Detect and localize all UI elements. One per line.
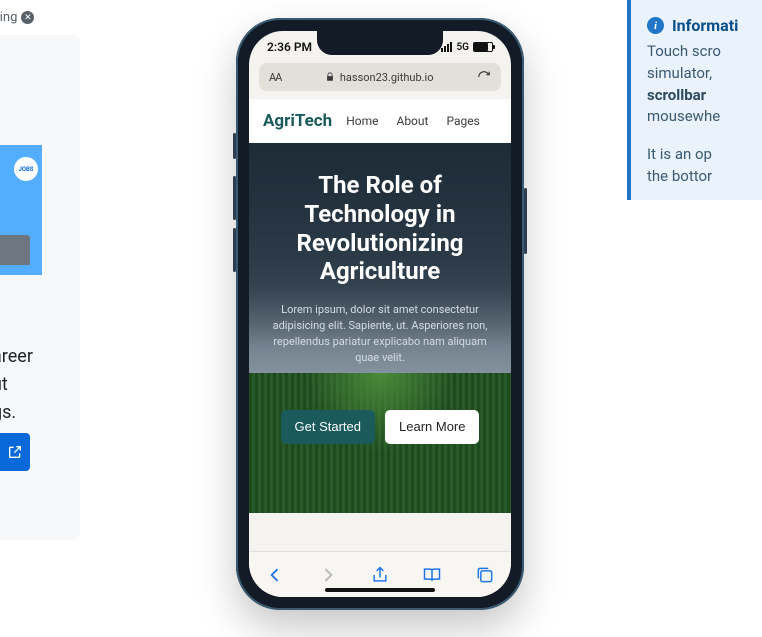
back-button[interactable] [264,564,286,586]
info-line: mousewhe [647,106,762,128]
ad-line: ut [0,371,33,399]
phone-screen: 2:36 PM 5G AA hasson23.github.io AgriTec… [249,31,511,597]
phone-notch [317,31,443,55]
reload-icon[interactable] [477,70,491,84]
nav-menu: Home About Pages [346,114,480,128]
information-panel: i Informati Touch scro simulator, scroll… [627,0,762,200]
bookmarks-button[interactable] [421,564,443,586]
book-icon [422,565,442,585]
ad-line: areer [0,343,33,371]
tabs-button[interactable] [474,564,496,586]
monitor-icon [0,235,30,265]
status-time: 2:36 PM [267,40,312,54]
hero-section: The Role of Technology in Revolutionizin… [249,143,511,513]
safari-address-bar[interactable]: AA hasson23.github.io [259,63,501,91]
iphone-frame: 2:36 PM 5G AA hasson23.github.io AgriTec… [236,18,524,610]
external-link-icon [7,444,23,460]
left-sidebar-fragment: Advertising ✕ JOBS areer ut gs. [0,0,90,560]
tabs-icon [475,565,495,585]
ad-cta-button[interactable] [0,433,30,471]
share-icon [370,565,390,585]
close-ad-icon[interactable]: ✕ [21,11,34,24]
signal-bars-icon [441,42,452,52]
jobs-badge: JOBS [14,157,38,181]
ad-card-bg: JOBS areer ut gs. [0,35,80,540]
hero-buttons: Get Started Learn More [265,410,495,444]
advertising-text: Advertising [0,10,17,25]
volume-up [233,176,236,220]
info-line: the bottor [647,166,762,188]
info-title: Informati [672,16,738,35]
get-started-button[interactable]: Get Started [281,410,375,444]
chevron-left-icon [265,565,285,585]
nav-about[interactable]: About [396,114,428,128]
lock-icon [325,72,335,82]
forward-button [317,564,339,586]
info-line: scrollbar [647,85,762,107]
info-line: It is an op [647,144,762,166]
info-icon: i [647,17,664,34]
hero-body: Lorem ipsum, dolor sit amet consectetur … [270,302,490,366]
signal-type: 5G [456,42,469,53]
mute-switch [233,133,236,159]
status-right: 5G [441,42,493,53]
home-indicator[interactable] [325,588,435,592]
host-text: hasson23.github.io [340,71,434,84]
info-line: simulator, [647,63,762,85]
ad-line: gs. [0,399,33,427]
advertising-label: Advertising ✕ [0,10,34,25]
site-header: AgriTech Home About Pages [249,99,511,143]
info-header: i Informati [647,16,762,35]
hero-title: The Role of Technology in Revolutionizin… [265,171,495,286]
battery-icon [473,42,493,52]
brand-logo[interactable]: AgriTech [263,111,332,131]
learn-more-button[interactable]: Learn More [385,410,479,444]
nav-home[interactable]: Home [346,114,378,128]
info-body: Touch scro simulator, scrollbar mousewhe… [647,41,762,188]
info-line: Touch scro [647,41,762,63]
ad-body-text: areer ut gs. [0,343,33,427]
address-host: hasson23.github.io [325,71,434,84]
chevron-right-icon [318,565,338,585]
ad-illustration: JOBS [0,145,42,275]
volume-down [233,228,236,272]
text-size-icon[interactable]: AA [269,71,281,84]
nav-pages[interactable]: Pages [446,114,479,128]
share-button[interactable] [369,564,391,586]
power-button [524,188,527,254]
